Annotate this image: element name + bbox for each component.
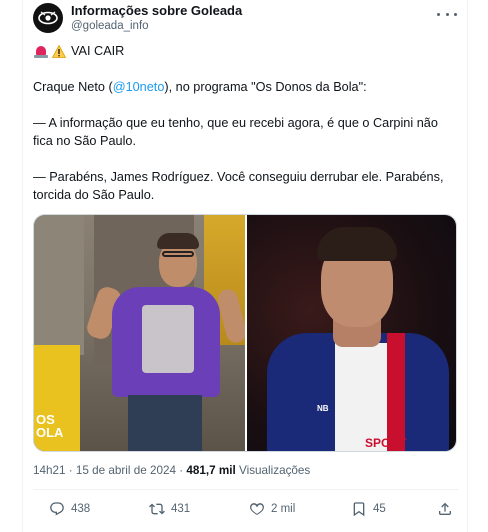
more-dot-icon [454,12,457,16]
author-display-name[interactable]: Informações sobre Goleada [71,3,242,18]
meta-separator: · [65,464,76,477]
jersey-sponsor-text: SPORT [365,436,407,450]
intro-before: Craque Neto ( [33,80,113,94]
headline-line: VAI CAIR [33,42,459,60]
bookmark-button[interactable]: 45 [351,498,386,520]
reply-button[interactable]: 438 [49,498,90,520]
tweet-card: Informações sobre Goleada @goleada_info … [22,0,468,532]
more-dot-icon [445,12,449,16]
intro-paragraph: Craque Neto (@10neto), no programa "Os D… [33,78,459,96]
media-image-left[interactable]: OS OLA [34,215,245,451]
more-dot-icon [437,12,440,16]
siren-icon [33,45,49,58]
action-bar: 438 431 2 mil 45 [33,498,459,520]
like-button[interactable]: 2 mil [249,498,295,520]
tweet-date[interactable]: 15 de abril de 2024 [76,464,176,477]
heart-icon [250,503,264,515]
tweet-text: VAI CAIR Craque Neto (@10neto), no progr… [33,42,459,204]
divider [33,489,459,490]
repost-count: 431 [171,503,191,515]
brand-logo: NB [317,404,329,413]
warning-icon [52,44,66,58]
repost-button[interactable]: 431 [149,498,190,520]
media-image-right[interactable]: NB SPORT [247,215,456,451]
bookmark-icon [353,502,365,517]
media-grid: OS OLA NB SPORT [33,214,457,452]
intro-after: ), no programa "Os Donos da Bola": [164,80,367,94]
eye-logo-icon [38,11,58,25]
share-button[interactable] [437,498,459,520]
bookmark-count: 45 [373,503,386,515]
share-icon [439,502,451,515]
views-count: 481,7 mil [186,464,236,477]
more-options-button[interactable] [437,7,457,21]
quote-paragraph-1: — A informação que eu tenho, que eu rece… [33,116,438,148]
tweet-header: Informações sobre Goleada @goleada_info [33,3,459,33]
tweet-meta: 14h21 · 15 de abril de 2024 · 481,7 mil … [33,463,459,479]
author-avatar[interactable] [33,3,63,33]
mention-link[interactable]: @10neto [113,80,165,94]
repost-icon [149,503,165,515]
views-label: Visualizações [235,464,311,477]
tv-logo-text: OS OLA [36,412,64,440]
headline-text: VAI CAIR [71,44,125,58]
tweet-time[interactable]: 14h21 [33,464,66,477]
author-handle[interactable]: @goleada_info [71,19,242,33]
reply-count: 438 [71,503,91,515]
meta-separator: · [175,464,187,477]
reply-icon [50,502,64,516]
author-names: Informações sobre Goleada @goleada_info [71,3,242,33]
like-count: 2 mil [271,503,296,515]
quote-paragraph-2: — Parabéns, James Rodríguez. Você conseg… [33,170,444,202]
